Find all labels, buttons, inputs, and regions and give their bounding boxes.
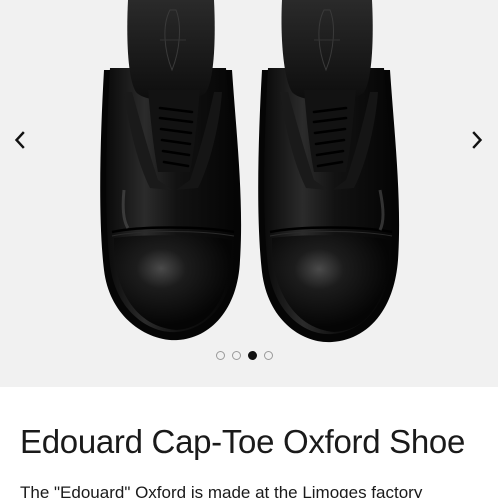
carousel-dot-1[interactable] bbox=[216, 351, 225, 360]
carousel-dot-2[interactable] bbox=[232, 351, 241, 360]
carousel-pagination bbox=[216, 351, 273, 360]
product-page: Edouard Cap-Toe Oxford Shoe The "Edouard… bbox=[0, 0, 498, 498]
image-carousel[interactable] bbox=[0, 0, 498, 387]
previous-image-button[interactable] bbox=[6, 124, 34, 156]
chevron-right-icon bbox=[472, 131, 483, 149]
product-photo bbox=[100, 0, 400, 343]
carousel-dot-4[interactable] bbox=[264, 351, 273, 360]
product-title: Edouard Cap-Toe Oxford Shoe bbox=[20, 423, 466, 460]
carousel-dot-3[interactable] bbox=[248, 351, 257, 360]
left-shoe bbox=[100, 0, 242, 341]
right-shoe bbox=[258, 0, 400, 343]
product-description: The "Edouard" Oxford is made at the Limo… bbox=[20, 483, 423, 498]
next-image-button[interactable] bbox=[463, 124, 491, 156]
chevron-left-icon bbox=[14, 131, 25, 149]
